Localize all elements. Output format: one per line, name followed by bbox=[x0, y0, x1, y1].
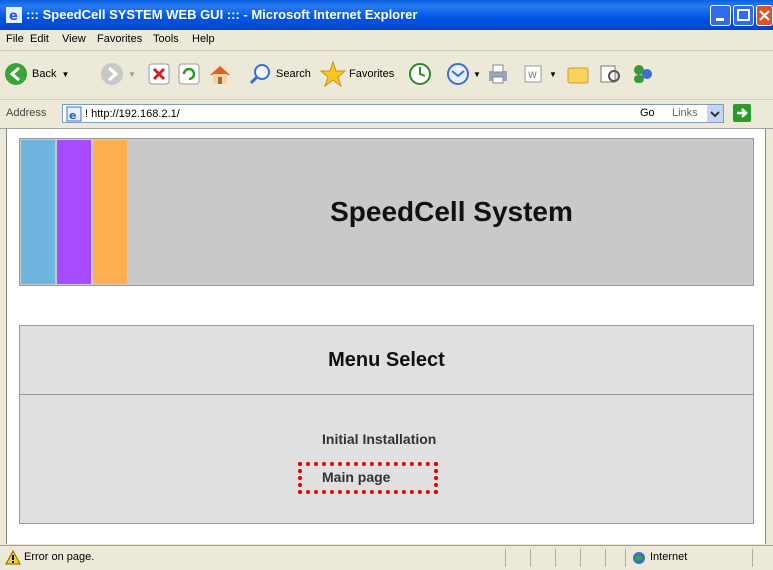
status-bar: Error on page. Internet bbox=[0, 545, 773, 570]
print-icon bbox=[489, 64, 507, 84]
stop-button[interactable] bbox=[148, 59, 170, 89]
status-separator bbox=[530, 549, 531, 567]
menu-favorites[interactable]: Favorites bbox=[97, 33, 142, 45]
search-label: Search bbox=[276, 68, 311, 80]
folder-icon bbox=[567, 67, 589, 84]
banner-stripe-orange bbox=[93, 140, 127, 284]
messenger-icon bbox=[634, 65, 652, 83]
history-icon bbox=[409, 63, 431, 85]
status-separator bbox=[555, 549, 556, 567]
page-icon: e bbox=[66, 106, 82, 122]
back-button[interactable]: Back ▼ bbox=[4, 59, 69, 89]
close-icon bbox=[759, 10, 770, 21]
messenger-button[interactable] bbox=[630, 59, 656, 89]
banner-stripe-blue bbox=[21, 140, 55, 284]
browser-window: e ::: SpeedCell SYSTEM WEB GUI ::: - Mic… bbox=[0, 0, 773, 570]
ie-icon: e bbox=[6, 7, 22, 23]
status-separator bbox=[625, 549, 626, 567]
status-separator bbox=[752, 549, 753, 567]
window-title: ::: SpeedCell SYSTEM WEB GUI ::: - Micro… bbox=[26, 7, 418, 22]
close-button[interactable] bbox=[756, 5, 773, 26]
highlight-box bbox=[298, 462, 438, 494]
menu-bar: File Edit View Favorites Tools Help bbox=[0, 30, 773, 76]
menu-select-panel: Menu Select Initial Installation Main pa… bbox=[19, 325, 754, 524]
refresh-icon bbox=[178, 63, 200, 85]
mail-button[interactable]: ▼ bbox=[446, 59, 481, 89]
svg-text:W: W bbox=[528, 71, 537, 81]
header-banner: SpeedCell System bbox=[19, 138, 754, 286]
title-bar: e ::: SpeedCell SYSTEM WEB GUI ::: - Mic… bbox=[0, 0, 773, 30]
internet-globe-icon bbox=[633, 552, 645, 564]
address-dropdown-icon[interactable] bbox=[707, 105, 723, 122]
forward-button[interactable]: ▼ bbox=[100, 59, 136, 89]
go-button[interactable]: Go bbox=[640, 107, 655, 119]
address-input[interactable]: e ! http://192.168.2.1/ bbox=[62, 104, 724, 123]
favorites-star-icon bbox=[320, 61, 346, 87]
menu-edit[interactable]: Edit bbox=[30, 33, 49, 45]
address-url: ! http://192.168.2.1/ bbox=[85, 108, 180, 120]
svg-text:e: e bbox=[9, 9, 18, 23]
toolbar: Back ▼ ▼ Search Favorites ▼ W ▼ bbox=[0, 51, 773, 100]
favorites-button[interactable]: Favorites bbox=[320, 59, 394, 89]
minimize-button[interactable] bbox=[710, 5, 731, 26]
search-icon bbox=[249, 64, 270, 85]
back-arrow-icon bbox=[5, 63, 27, 85]
refresh-button[interactable] bbox=[178, 59, 200, 89]
status-separator bbox=[505, 549, 506, 567]
status-separator bbox=[580, 549, 581, 567]
research-button[interactable] bbox=[598, 59, 622, 89]
banner-stripe-purple bbox=[57, 140, 91, 284]
research-icon bbox=[600, 65, 620, 83]
security-zone: Internet bbox=[650, 551, 688, 563]
svg-text:e: e bbox=[69, 109, 76, 122]
address-bar: Address e ! http://192.168.2.1/ bbox=[0, 100, 773, 129]
menu-help[interactable]: Help bbox=[192, 33, 215, 45]
home-button[interactable] bbox=[208, 59, 232, 89]
forward-arrow-icon bbox=[101, 63, 123, 85]
address-label: Address bbox=[6, 107, 47, 119]
menu-file[interactable]: File bbox=[6, 33, 24, 45]
status-text: Error on page. bbox=[24, 551, 95, 563]
maximize-button[interactable] bbox=[733, 5, 754, 26]
maximize-icon bbox=[737, 9, 750, 21]
home-icon bbox=[210, 66, 230, 84]
mail-icon bbox=[447, 63, 469, 85]
edit-button[interactable]: W ▼ bbox=[522, 59, 557, 89]
status-separator bbox=[605, 549, 606, 567]
initial-installation-link[interactable]: Initial Installation bbox=[322, 431, 436, 447]
links-label[interactable]: Links bbox=[672, 107, 698, 119]
search-button[interactable]: Search bbox=[248, 59, 311, 89]
go-arrow-icon[interactable] bbox=[733, 104, 753, 122]
back-label: Back bbox=[32, 68, 57, 80]
edit-icon: W bbox=[524, 65, 542, 83]
discuss-button[interactable] bbox=[566, 59, 590, 89]
stop-icon bbox=[148, 63, 170, 85]
warning-icon[interactable] bbox=[5, 550, 21, 566]
menu-select-header: Menu Select bbox=[20, 326, 753, 395]
favorites-label: Favorites bbox=[349, 68, 395, 80]
history-button[interactable] bbox=[408, 59, 432, 89]
print-button[interactable] bbox=[486, 59, 510, 89]
minimize-icon bbox=[716, 18, 724, 21]
menu-view[interactable]: View bbox=[62, 33, 86, 45]
system-title: SpeedCell System bbox=[330, 196, 573, 227]
menu-tools[interactable]: Tools bbox=[153, 33, 179, 45]
page-content: SpeedCell System Menu Select Initial Ins… bbox=[6, 129, 766, 544]
